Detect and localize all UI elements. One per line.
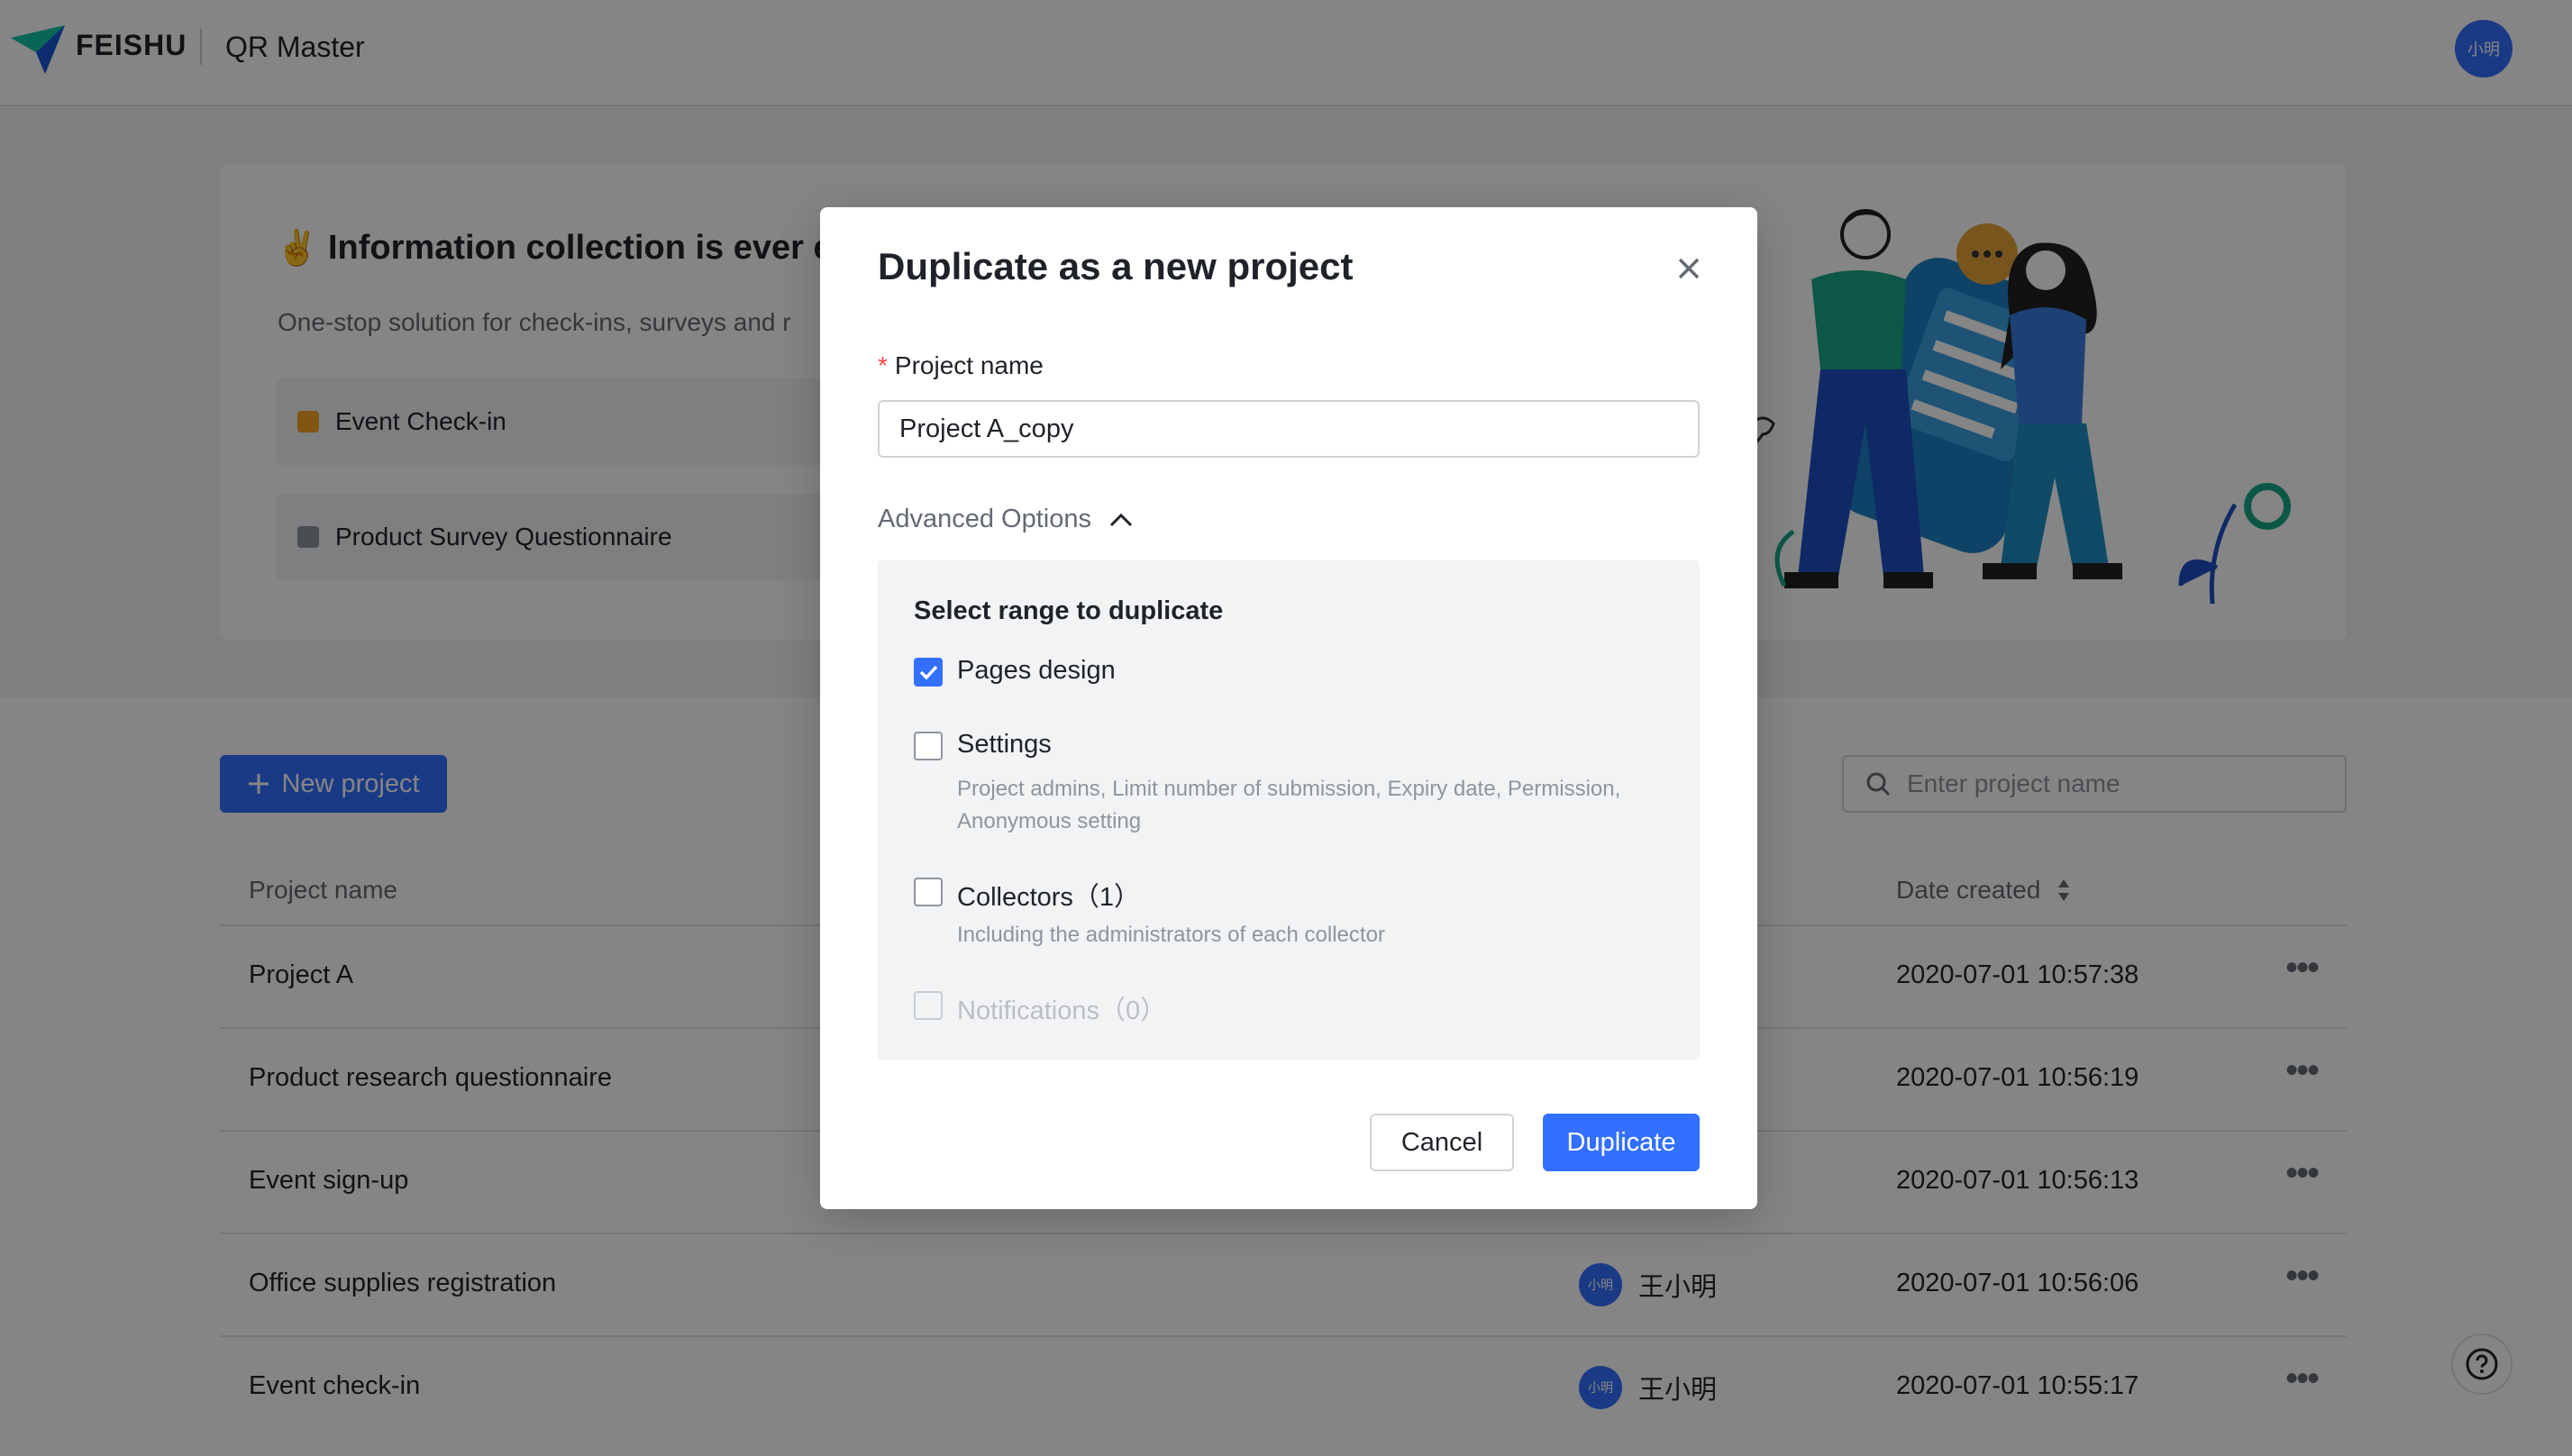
- option-description: Project admins, Limit number of submissi…: [957, 777, 1621, 833]
- notifications-checkbox: [914, 991, 943, 1020]
- chevron-up-icon: [1109, 513, 1133, 526]
- duplicate-button[interactable]: Duplicate: [1543, 1114, 1700, 1171]
- collectors-checkbox[interactable]: [914, 878, 943, 906]
- option-label: Collectors（1）: [957, 883, 1141, 912]
- project-name-input[interactable]: [878, 400, 1700, 458]
- option-label: Pages design: [957, 656, 1116, 685]
- pages-design-checkbox[interactable]: [914, 658, 943, 687]
- checkmark-icon: [919, 665, 938, 680]
- option-label: Notifications（0）: [957, 996, 1167, 1025]
- project-name-label-text: Project name: [894, 351, 1044, 379]
- required-mark: *: [878, 351, 888, 379]
- settings-checkbox[interactable]: [914, 732, 943, 760]
- project-name-label: * Project name: [878, 351, 1044, 380]
- advanced-options-label: Advanced Options: [878, 505, 1091, 533]
- cancel-button[interactable]: Cancel: [1370, 1114, 1514, 1171]
- range-title: Select range to duplicate: [914, 596, 1224, 625]
- duplicate-range-panel: Select range to duplicate Pages design S…: [878, 560, 1700, 1060]
- option-description: Including the administrators of each col…: [957, 923, 1385, 947]
- option-label: Settings: [957, 730, 1052, 759]
- dialog-title: Duplicate as a new project: [878, 245, 1354, 287]
- duplicate-project-dialog: Duplicate as a new project * Project name…: [820, 207, 1757, 1209]
- advanced-options-toggle[interactable]: Advanced Options: [878, 505, 1133, 534]
- close-icon[interactable]: [1673, 252, 1705, 285]
